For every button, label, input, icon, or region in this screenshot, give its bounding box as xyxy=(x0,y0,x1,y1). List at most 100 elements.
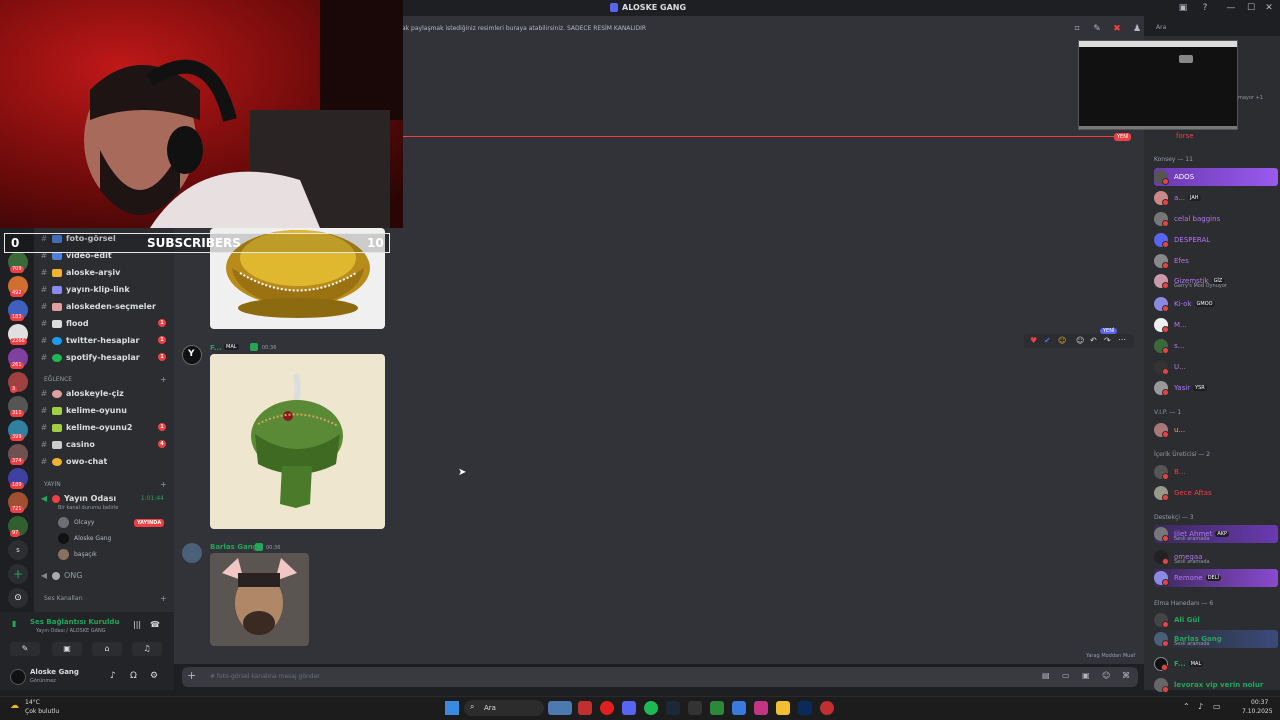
voice-user[interactable]: başaçık xyxy=(58,549,97,560)
member[interactable]: celal baggins xyxy=(1154,210,1278,228)
voice-channel-ong[interactable]: ◀ ONG xyxy=(38,568,170,583)
server-icon[interactable]: 189 xyxy=(8,468,28,489)
voice-status-title[interactable]: Ses Bağlantısı Kuruldu xyxy=(30,618,119,626)
channel-kelime-oyunu2[interactable]: # kelime-oyunu2 1 xyxy=(38,420,170,435)
weather-desc[interactable]: Çok bulutlu xyxy=(25,708,59,715)
category-eglence[interactable]: EĞLENCE + xyxy=(44,375,167,384)
member[interactable]: Gizemstik GİZ Garry's Mod Oynuyor xyxy=(1154,272,1278,290)
members-icon[interactable]: ♟ xyxy=(1132,24,1142,34)
microphone-icon[interactable]: ♪ xyxy=(110,671,116,681)
xbox-icon[interactable] xyxy=(710,701,724,715)
channel-spotify-hesaplar[interactable]: # spotify-hesaplar 1 xyxy=(38,350,170,365)
emoji-icon[interactable]: ☺ xyxy=(1058,336,1066,345)
channel-flood[interactable]: # flood 1 xyxy=(38,316,170,331)
camera-icon[interactable]: ✎ xyxy=(10,642,40,656)
add-server-icon[interactable]: + xyxy=(8,564,28,584)
member[interactable]: Jilet Ahmet AKP Sesli aramada xyxy=(1154,525,1278,543)
member[interactable]: u... xyxy=(1154,421,1278,439)
threads-icon[interactable]: ⌗ xyxy=(1072,24,1082,34)
emoji-icon[interactable]: ☺ xyxy=(1102,671,1110,680)
help-icon[interactable]: ? xyxy=(1200,3,1210,13)
gif-icon[interactable]: ▭ xyxy=(1062,671,1070,680)
taskbar-search[interactable]: ⌕ Ara xyxy=(464,700,544,716)
steam-icon[interactable] xyxy=(666,701,680,715)
channel-casino[interactable]: # casino 4 xyxy=(38,437,170,452)
soundboard-icon[interactable]: ♫ xyxy=(132,642,162,656)
headphone-icon[interactable]: Ω xyxy=(130,671,137,681)
message-author[interactable]: F... xyxy=(210,344,222,352)
photoshop-icon[interactable] xyxy=(798,701,812,715)
voice-user[interactable]: Olcayy xyxy=(58,517,94,528)
voice-user[interactable]: Aloske Gang xyxy=(58,533,111,544)
member[interactable]: U... xyxy=(1154,358,1278,376)
server-icon[interactable]: 261 xyxy=(8,348,28,369)
pin-icon[interactable]: ✖ xyxy=(1112,24,1122,34)
app-icon[interactable] xyxy=(732,701,746,715)
inbox-icon[interactable]: ▣ xyxy=(1178,3,1188,13)
voice-status-sub[interactable]: Yayın Odası / ALOSKE GANG xyxy=(36,628,106,634)
settings-icon[interactable]: ⚙ xyxy=(150,671,158,681)
network-icon[interactable]: ▭ xyxy=(1213,702,1221,711)
widget-icon[interactable] xyxy=(548,701,572,715)
server-icon[interactable]: 97 xyxy=(8,516,28,537)
opera-icon[interactable] xyxy=(600,701,614,715)
channel-aloskeden-secmeler[interactable]: # aloskeden-seçmeler xyxy=(38,299,170,314)
spotify-icon[interactable] xyxy=(644,701,658,715)
discord-icon[interactable] xyxy=(622,701,636,715)
message-author[interactable]: Barlas Gang xyxy=(210,543,258,551)
mic-tray-icon[interactable]: ♪ xyxy=(1198,702,1203,711)
channel-kelime-oyunu[interactable]: # kelime-oyunu xyxy=(38,403,170,418)
channel-owo-chat[interactable]: # owo-chat xyxy=(38,454,170,469)
image-attachment[interactable] xyxy=(210,354,385,529)
member[interactable]: F... MAL xyxy=(1154,655,1278,673)
app-icon[interactable] xyxy=(820,701,834,715)
member[interactable]: s... xyxy=(1154,337,1278,355)
server-icon[interactable]: 374 xyxy=(8,444,28,465)
category-ses[interactable]: Ses Kanalları + xyxy=(44,594,167,603)
channel-aloskeyle-ciz[interactable]: # aloskeyle-çiz xyxy=(38,386,170,401)
more-icon[interactable]: ⋯ xyxy=(1118,335,1126,344)
server-icon[interactable]: 399 xyxy=(8,420,28,441)
member[interactable]: M... xyxy=(1154,316,1278,334)
server-icon[interactable]: s xyxy=(8,540,28,560)
member[interactable]: Barlas Gang Sesli aramada xyxy=(1154,630,1278,648)
server-icon[interactable]: 721 xyxy=(8,492,28,513)
user-avatar[interactable]: Y xyxy=(182,345,202,365)
member[interactable]: Ali Gül xyxy=(1154,611,1278,629)
epic-icon[interactable] xyxy=(688,701,702,715)
username[interactable]: Aloske Gang xyxy=(30,668,79,676)
server-icon[interactable]: 183 xyxy=(8,300,28,321)
forward-icon[interactable]: ↷ xyxy=(1104,336,1111,345)
maximize-icon[interactable]: ☐ xyxy=(1246,3,1256,13)
clock-date[interactable]: 7.10.2025 xyxy=(1242,708,1273,715)
check-icon[interactable]: ✔ xyxy=(1044,336,1051,345)
app-launcher-icon[interactable]: ⌘ xyxy=(1122,671,1130,680)
member[interactable]: Ki-ok GMOO xyxy=(1154,295,1278,313)
clock-time[interactable]: 00:37 xyxy=(1251,699,1268,706)
tray-chevron-icon[interactable]: ⌃ xyxy=(1183,702,1190,711)
channel-twitter-hesaplar[interactable]: # twitter-hesaplar 1 xyxy=(38,333,170,348)
member[interactable]: ADOS xyxy=(1154,168,1278,186)
voice-channel-yayin-odasi[interactable]: ◀ Yayın Odası 1:01:44 xyxy=(38,491,170,506)
server-icon[interactable]: 3 xyxy=(8,372,28,393)
server-icon[interactable]: 2266 xyxy=(8,324,28,345)
disconnect-icon[interactable]: ☎ xyxy=(150,620,160,629)
windows-start-icon[interactable] xyxy=(445,701,459,715)
member[interactable]: Gece Aftas xyxy=(1154,484,1278,502)
avatar[interactable] xyxy=(10,669,26,685)
server-icon[interactable]: 311 xyxy=(8,396,28,417)
sticker-icon[interactable]: ▣ xyxy=(1082,671,1090,680)
member[interactable]: DESPERAL xyxy=(1154,231,1278,249)
discover-icon[interactable]: ⊙ xyxy=(8,588,28,608)
stream-preview[interactable] xyxy=(1078,40,1238,130)
gift-icon[interactable]: ▤ xyxy=(1042,671,1050,680)
category-yayin[interactable]: YAYIN + xyxy=(44,480,167,489)
weather-temp[interactable]: 14°C xyxy=(25,699,40,706)
message-composer[interactable]: + # foto-görsel kanalına mesaj gönder ▤ … xyxy=(182,667,1138,687)
reply-icon[interactable]: ↶ xyxy=(1090,336,1097,345)
mute-icon[interactable]: ✎ xyxy=(1092,24,1102,34)
minimize-icon[interactable]: — xyxy=(1226,3,1236,13)
member[interactable]: Yasir YSR xyxy=(1154,379,1278,397)
channel-aloske-arsiv[interactable]: # aloske-arşiv xyxy=(38,265,170,280)
search-input[interactable]: Ara xyxy=(1152,21,1248,35)
